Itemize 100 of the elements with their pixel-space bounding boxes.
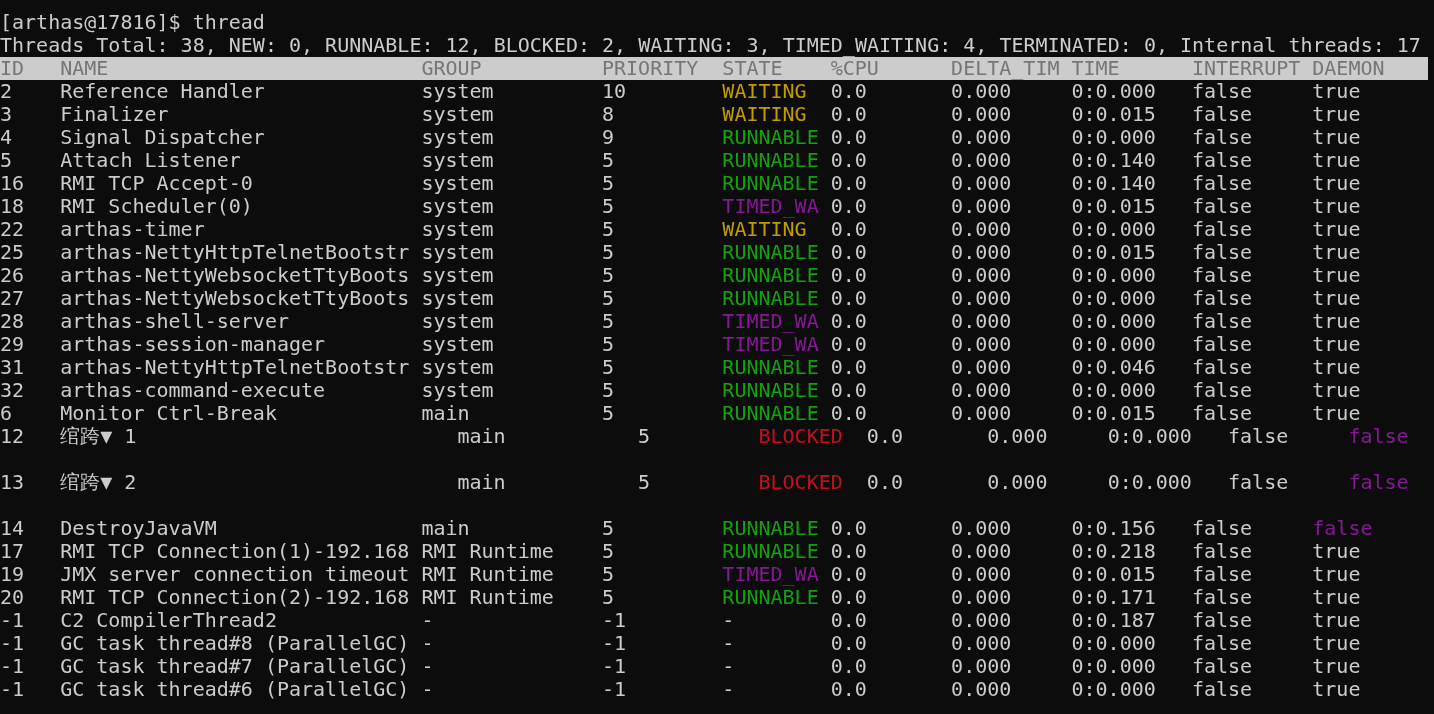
table-cell-text: WAITING (722, 103, 808, 126)
table-cell-text: system (421, 80, 495, 103)
table-cell-text: system (421, 103, 495, 126)
table-cell-text: -1 (601, 609, 628, 632)
table-cell-text: GC task thread#7 (ParallelGC) (60, 655, 411, 678)
table-cell-text: 13 (0, 471, 26, 494)
table-cell-text: 0.0 (830, 655, 868, 678)
table-cell-text: 0:0.000 (1071, 264, 1157, 287)
table-cell-text: 29 (0, 333, 26, 356)
table-cell-text: 0.000 (951, 402, 1013, 425)
table-cell-text: 5 (601, 356, 615, 379)
table-cell-text: 0.000 (951, 264, 1013, 287)
prompt-line: [arthas@17816]$ thread (0, 11, 266, 34)
table-cell-text: 0.000 (951, 333, 1013, 356)
table-cell-text: 5 (601, 218, 615, 241)
table-cell: true (1312, 126, 1361, 149)
table-cell-text: 0.000 (951, 356, 1013, 379)
table-cell-text: 0.0 (830, 563, 868, 586)
table-cell-text: false (1191, 287, 1254, 310)
table-cell-text: system (421, 149, 495, 172)
table-cell-text: WAITING (722, 218, 807, 241)
table-cell-text: 0:0.000 (1071, 333, 1157, 356)
table-cell-text: Monitor Ctrl-Break (60, 402, 278, 425)
table-cell-text: 0:0.015 (1071, 195, 1157, 218)
table-cell: true (1312, 678, 1361, 701)
table-cell-text: 12 (0, 425, 26, 448)
table-cell-text: main (421, 517, 471, 540)
table-cell-text: 5 (601, 287, 615, 310)
table-cell-text: false (1191, 172, 1254, 195)
table-cell-text: TIMED_WA (722, 195, 820, 218)
table-cell-text: 0.000 (987, 471, 1049, 494)
table-cell-text: -1 (601, 678, 628, 701)
table-cell-text: RUNNABLE (722, 586, 820, 609)
table-cell-text: 绾跨▼ 2 (60, 471, 138, 494)
table-cell-text: 0.000 (951, 195, 1013, 218)
table-cell: false (1348, 425, 1409, 448)
table-cell-text: 0.000 (951, 149, 1013, 172)
table-cell-text: 5 (638, 471, 652, 494)
table-cell-text: 4 (0, 126, 14, 149)
table-cell-text: 0:0.187 (1071, 609, 1157, 632)
table-cell: true (1312, 356, 1361, 379)
table-cell-text: TIMED_WA (722, 333, 820, 356)
table-cell-text: false (1191, 126, 1254, 149)
table-cell-text: 0.0 (830, 126, 868, 149)
table-cell-text: 0.0 (830, 241, 868, 264)
table-cell-text: 0.0 (830, 195, 868, 218)
table-cell-text: RUNNABLE (722, 264, 820, 287)
table-cell-text: 27 (0, 287, 26, 310)
table-cell-text: 5 (601, 379, 615, 402)
table-cell-text: 0.0 (830, 264, 868, 287)
column-header: ID (0, 57, 26, 80)
table-cell-text: 0.000 (951, 540, 1013, 563)
table-cell-text: 0.000 (951, 678, 1013, 701)
table-cell-text: false (1191, 310, 1254, 333)
table-cell-text: RUNNABLE (722, 356, 820, 379)
table-cell-text: RUNNABLE (722, 172, 820, 195)
table-cell-text: - (722, 655, 736, 678)
table-cell-text: arthas-shell-server (60, 310, 290, 333)
table-cell-text: 5 (601, 241, 615, 264)
table-cell-text: Reference Handler (60, 80, 266, 103)
table-cell-text: BLOCKED (758, 471, 844, 494)
table-cell-text: 绾跨▼ 1 (60, 425, 138, 448)
table-cell-text: -1 (0, 678, 26, 701)
thread-summary: Threads Total: 38, NEW: 0, RUNNABLE: 12, BLOCKED: 2, WAITING: 3, TIMED_WAITING: 4, TERMINATED: 0, Internal threads: 17 (0, 34, 1422, 57)
table-cell: true (1312, 149, 1361, 172)
table-cell-text: false (1191, 218, 1254, 241)
table-cell-text: system (421, 379, 495, 402)
table-cell-text: 0.0 (830, 333, 868, 356)
table-cell-text: 0:0.000 (1071, 678, 1157, 701)
table-cell-text: 0.0 (830, 540, 868, 563)
table-cell: true (1312, 80, 1361, 103)
table-cell-text: 0.0 (830, 218, 868, 241)
table-cell-text: 0.000 (987, 425, 1049, 448)
table-cell: true (1312, 586, 1361, 609)
table-cell-text: false (1191, 586, 1254, 609)
table-cell-text: 18 (0, 195, 26, 218)
table-cell-text: GC task thread#8 (ParallelGC) (60, 632, 411, 655)
table-cell-text: 9 (601, 126, 615, 149)
table-cell-text: TIMED_WA (722, 310, 820, 333)
table-cell-text: 0:0.015 (1071, 241, 1157, 264)
table-cell-text: 5 (601, 586, 615, 609)
table-cell-text: false (1191, 241, 1254, 264)
table-cell-text: 0.0 (830, 149, 868, 172)
table-cell-text: 0.000 (951, 379, 1013, 402)
column-header: NAME (60, 57, 110, 80)
table-cell-text: system (421, 218, 495, 241)
table-cell-text: false (1191, 103, 1254, 126)
table-cell-text: 3 (0, 103, 14, 126)
table-cell-text: arthas-NettyHttpTelnetBootstr (60, 241, 411, 264)
table-cell-text: C2 CompilerThread2 (60, 609, 278, 632)
table-cell-text: 10 (601, 80, 628, 103)
table-cell-text: 0.000 (951, 655, 1013, 678)
table-cell-text: 5 (601, 264, 615, 287)
table-cell-text: RMI TCP Connection(1)-192.168 (60, 540, 411, 563)
table-cell-text: main (421, 402, 471, 425)
table-cell-text: 0:0.140 (1071, 149, 1157, 172)
table-cell-text: 5 (601, 563, 615, 586)
table-cell-text: 5 (601, 540, 615, 563)
table-cell-text: false (1228, 471, 1290, 494)
table-cell-text: system (421, 310, 495, 333)
